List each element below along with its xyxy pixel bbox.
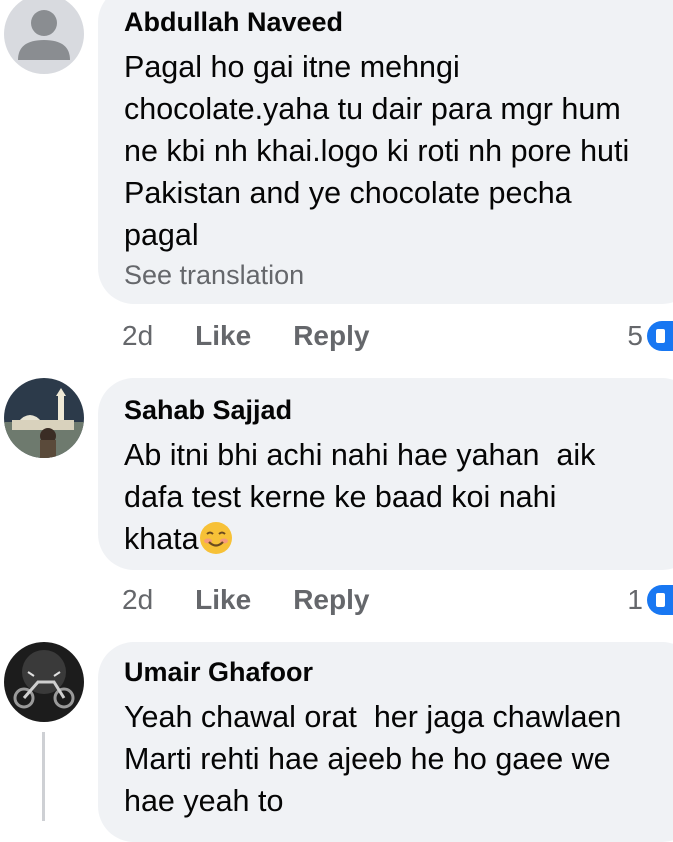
comment-author[interactable]: Sahab Sajjad xyxy=(124,392,673,428)
like-reaction-icon xyxy=(647,321,673,351)
reaction-count: 5 xyxy=(627,320,643,351)
comment-bubble: Sahab Sajjad Ab itni bhi achi nahi hae y… xyxy=(98,378,673,570)
like-reaction-icon xyxy=(647,585,673,615)
like-button[interactable]: Like xyxy=(195,584,251,616)
comment-bubble: Abdullah Naveed Pagal ho gai itne mehngi… xyxy=(98,0,673,304)
avatar[interactable] xyxy=(4,378,84,458)
avatar[interactable] xyxy=(4,0,84,74)
comment-actions: 2d Like Reply xyxy=(122,318,369,354)
reply-button[interactable]: Reply xyxy=(293,320,369,352)
reaction-summary[interactable]: 5 xyxy=(627,318,673,354)
reaction-summary[interactable]: 1 xyxy=(627,582,673,618)
comment-actions: 2d Like Reply xyxy=(122,582,369,618)
comment-text: Yeah chawal orat her jaga chawlaen Marti… xyxy=(124,700,622,818)
comment-author[interactable]: Umair Ghafoor xyxy=(124,654,673,690)
reaction-count: 1 xyxy=(627,584,643,615)
comment-bubble: Umair Ghafoor Yeah chawal orat her jaga … xyxy=(98,642,673,842)
comment-author[interactable]: Abdullah Naveed xyxy=(124,4,673,40)
comment-text-body: Ab itni bhi achi nahi hae yahan aik dafa… xyxy=(124,438,596,556)
like-button[interactable]: Like xyxy=(195,320,251,352)
reply-thread-line xyxy=(42,732,45,821)
default-profile-icon xyxy=(18,10,70,60)
comment-text: Pagal ho gai itne mehngi chocolate.yaha … xyxy=(124,50,630,252)
motorcycle-photo-avatar xyxy=(4,642,84,722)
smiling-face-emoji-icon xyxy=(199,522,232,554)
reply-button[interactable]: Reply xyxy=(293,584,369,616)
mosque-photo-avatar xyxy=(4,378,84,458)
comment-timestamp[interactable]: 2d xyxy=(122,584,153,616)
comment-timestamp[interactable]: 2d xyxy=(122,320,153,352)
avatar[interactable] xyxy=(4,642,84,722)
see-translation-link[interactable]: See translation xyxy=(124,258,673,292)
comment-text: Ab itni bhi achi nahi hae yahan aik dafa… xyxy=(124,434,673,560)
